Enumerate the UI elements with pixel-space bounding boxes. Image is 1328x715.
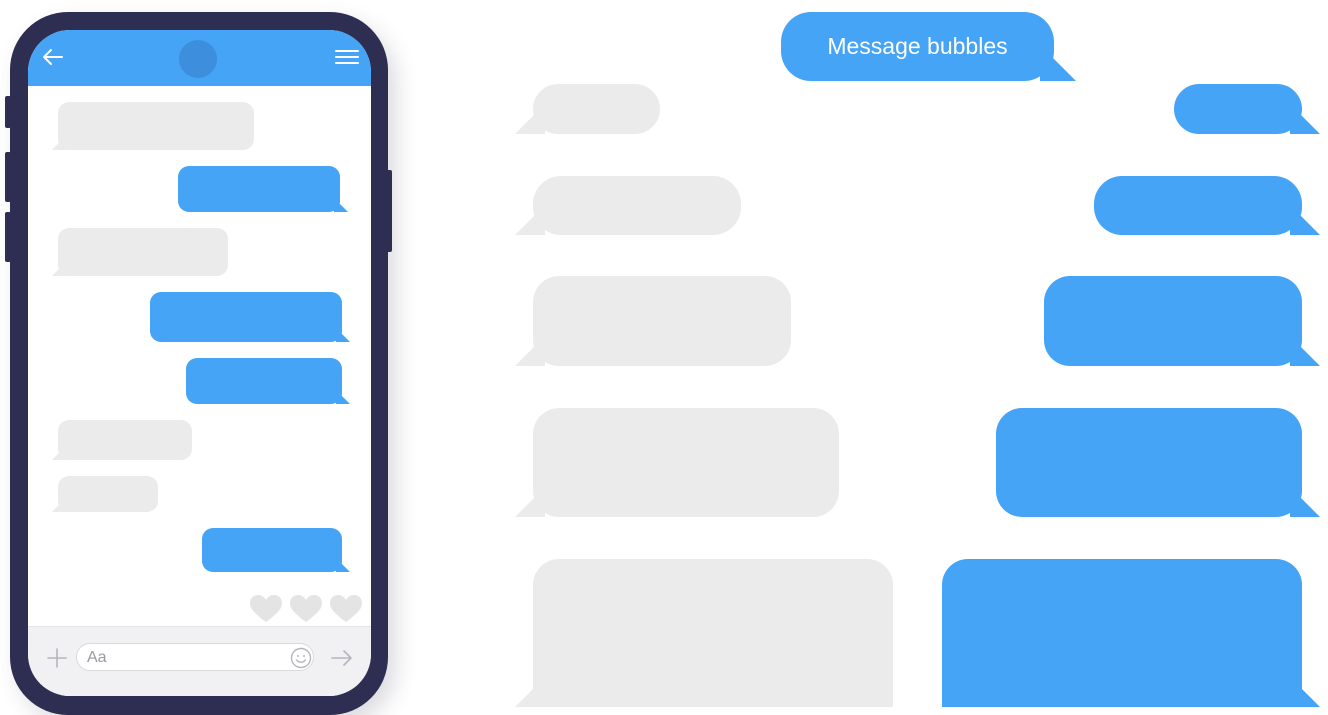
incoming-bubble-sample — [533, 559, 893, 707]
incoming-message-bubble — [58, 420, 192, 460]
mute-switch — [5, 96, 11, 128]
plus-icon[interactable] — [46, 647, 68, 669]
message-composer: Aa — [28, 626, 371, 696]
phone-mockup: Aa — [5, 12, 392, 715]
phone-screen: Aa — [28, 30, 371, 696]
outgoing-bubble-sample — [1174, 84, 1302, 134]
message-input[interactable]: Aa — [76, 643, 314, 671]
heart-icon[interactable] — [249, 594, 283, 624]
heart-icon[interactable] — [289, 594, 323, 624]
back-arrow-icon[interactable] — [40, 44, 66, 70]
outgoing-bubble-sample — [1094, 176, 1302, 235]
camera-notch — [179, 40, 217, 78]
reaction-hearts — [249, 594, 363, 624]
incoming-message-bubble — [58, 476, 158, 512]
heart-icon[interactable] — [329, 594, 363, 624]
power-button — [386, 170, 392, 252]
smiley-icon[interactable] — [290, 647, 312, 669]
outgoing-bubble-sample — [942, 559, 1302, 707]
send-arrow-icon[interactable] — [330, 647, 354, 669]
incoming-bubble-sample — [533, 84, 660, 134]
outgoing-bubble-sample — [996, 408, 1302, 517]
incoming-message-bubble — [58, 102, 254, 150]
outgoing-bubble-sample — [1044, 276, 1302, 366]
chat-header — [28, 30, 371, 86]
hamburger-menu-icon[interactable] — [335, 46, 359, 68]
incoming-message-bubble — [58, 228, 228, 276]
outgoing-message-bubble — [202, 528, 342, 572]
title-label: Message bubbles — [827, 33, 1008, 59]
incoming-bubble-sample — [533, 176, 741, 235]
incoming-bubble-sample — [533, 408, 839, 517]
incoming-bubble-sample — [533, 276, 791, 366]
outgoing-message-bubble — [150, 292, 342, 342]
title-bubble: Message bubbles — [781, 12, 1054, 81]
volume-down-button — [5, 212, 11, 262]
outgoing-message-bubble — [186, 358, 342, 404]
volume-up-button — [5, 152, 11, 202]
outgoing-message-bubble — [178, 166, 340, 212]
chat-thread — [28, 86, 371, 626]
